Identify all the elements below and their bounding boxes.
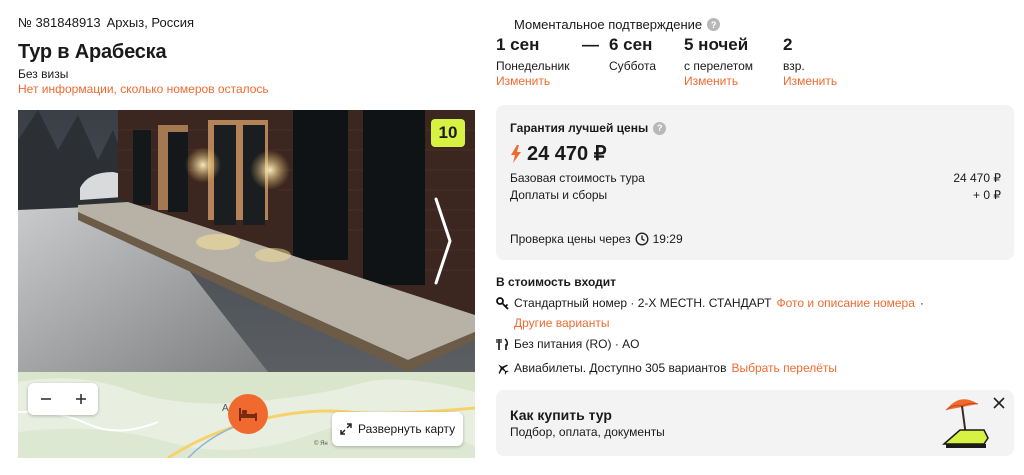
- price-check-time: 19:29: [652, 232, 683, 246]
- fees-label: Доплаты и сборы: [510, 188, 608, 202]
- help-icon[interactable]: ?: [707, 18, 721, 31]
- how-to-buy-banner[interactable]: Как купить тур Подбор, оплата, документы: [496, 390, 1014, 456]
- visa-info: Без визы: [18, 67, 69, 81]
- zoom-controls: [28, 383, 98, 415]
- hotel-map[interactable]: А Развернуть карту © Ян: [18, 372, 475, 458]
- photo-gallery[interactable]: 10: [18, 110, 475, 372]
- total-price-value: 24 470 ₽: [527, 143, 607, 165]
- base-price-label: Базовая стоимость тура: [510, 171, 645, 185]
- room-text: Стандартный номер · 2-Х МЕСТН. СТАНДАРТ: [514, 296, 772, 310]
- start-weekday: Понедельник: [496, 59, 570, 73]
- guests-count: 2: [783, 35, 793, 54]
- total-price: 24 470 ₽: [510, 141, 606, 166]
- choose-flights-link[interactable]: Выбрать перелёты: [731, 361, 837, 375]
- tour-location: Архыз, Россия: [106, 15, 195, 30]
- end-weekday: Суббота: [609, 59, 656, 73]
- rooms-availability-note: Нет информации, сколько номеров осталось: [18, 82, 269, 96]
- base-price-value: 24 470 ₽: [953, 171, 1001, 185]
- meals-row: Без питания (RO) · AO: [496, 337, 640, 351]
- expand-map-button[interactable]: Развернуть карту: [332, 412, 464, 446]
- guests-note: взр.: [783, 59, 805, 73]
- hotel-photo: [18, 110, 475, 372]
- photo-count-badge: 10: [431, 119, 465, 147]
- expand-icon: [340, 423, 352, 435]
- date-end: 6 сен Суббота: [609, 35, 656, 74]
- nights-note: с перелетом: [684, 59, 754, 73]
- beach-umbrella-icon: [942, 399, 989, 448]
- fees-value: + 0 ₽: [973, 188, 1001, 202]
- change-dates-link[interactable]: Изменить: [496, 74, 569, 89]
- price-card: Гарантия лучшей цены ? 24 470 ₽ Базовая …: [496, 105, 1014, 260]
- guarantee-label: Гарантия лучшей цены: [510, 121, 649, 135]
- instant-confirmation: Моментальное подтверждение ?: [514, 17, 721, 32]
- plane-icon: [498, 363, 509, 375]
- expand-map-label: Развернуть карту: [358, 422, 456, 436]
- change-nights-link[interactable]: Изменить: [684, 74, 753, 89]
- how-to-buy-subtitle: Подбор, оплата, документы: [510, 425, 665, 439]
- other-variants-link[interactable]: Другие варианты: [514, 316, 609, 330]
- tour-id-line: № 381848913 Архыз, Россия: [18, 15, 194, 30]
- included-title: В стоимость входит: [496, 275, 617, 289]
- best-price-guarantee: Гарантия лучшей цены ?: [510, 121, 667, 135]
- page-title: Тур в Арабеска: [18, 41, 167, 63]
- lightning-icon: [511, 144, 521, 163]
- price-check-label: Проверка цены через: [510, 232, 631, 246]
- room-row: Стандартный номер · 2-Х МЕСТН. СТАНДАРТ …: [496, 296, 924, 310]
- change-guests-link[interactable]: Изменить: [783, 74, 837, 89]
- fees-row: Доплаты и сборы + 0 ₽: [510, 188, 1001, 202]
- how-to-buy-title: Как купить тур: [510, 407, 612, 423]
- nights-block: 5 ночей с перелетом Изменить: [684, 35, 753, 89]
- flights-text: Авиабилеты. Доступно 305 вариантов: [514, 361, 727, 375]
- minus-icon: [40, 398, 51, 400]
- bed-icon: [239, 408, 257, 421]
- plus-icon: [75, 394, 86, 404]
- guests-block: 2 взр. Изменить: [783, 35, 837, 89]
- fork-knife-icon: [496, 337, 509, 350]
- zoom-in-button[interactable]: [63, 383, 98, 415]
- meals-text: Без питания (RO) · AO: [514, 337, 640, 351]
- room-photos-link[interactable]: Фото и описание номера: [777, 296, 915, 310]
- flights-row: Авиабилеты. Доступно 305 вариантов Выбра…: [496, 361, 837, 375]
- close-icon[interactable]: [992, 396, 1006, 410]
- chevron-right-icon[interactable]: [433, 197, 453, 285]
- nights-count: 5 ночей: [684, 35, 749, 54]
- date-start: 1 сен Понедельник Изменить: [496, 35, 569, 89]
- help-icon[interactable]: ?: [653, 121, 667, 135]
- date-dash: —: [582, 35, 599, 54]
- hotel-map-pin[interactable]: [228, 394, 268, 434]
- clock-icon: [635, 232, 649, 246]
- price-check-timer: Проверка цены через 19:29: [510, 232, 683, 246]
- base-price-row: Базовая стоимость тура 24 470 ₽: [510, 171, 1001, 185]
- map-copyright: © Ян: [314, 441, 328, 447]
- end-date: 6 сен: [609, 35, 653, 54]
- start-date: 1 сен: [496, 35, 540, 54]
- instant-confirmation-label: Моментальное подтверждение: [514, 17, 703, 32]
- room-separator: ·: [919, 296, 924, 310]
- key-icon: [496, 296, 509, 310]
- zoom-out-button[interactable]: [28, 383, 63, 415]
- tour-number: № 381848913: [18, 15, 101, 30]
